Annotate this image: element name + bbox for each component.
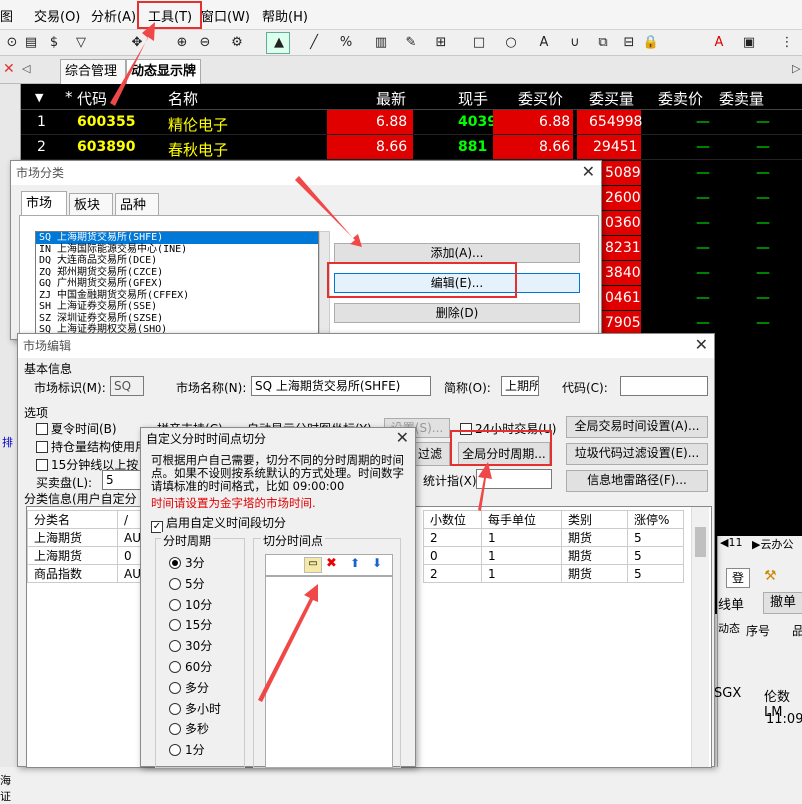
left-label-hai: 海证 — [0, 774, 11, 803]
arrow-to-edit — [295, 176, 362, 247]
annotation-arrows — [110, 22, 492, 702]
arrow-to-points — [258, 584, 318, 702]
arrow-to-period — [478, 462, 492, 511]
arrow-to-tools — [110, 22, 155, 106]
